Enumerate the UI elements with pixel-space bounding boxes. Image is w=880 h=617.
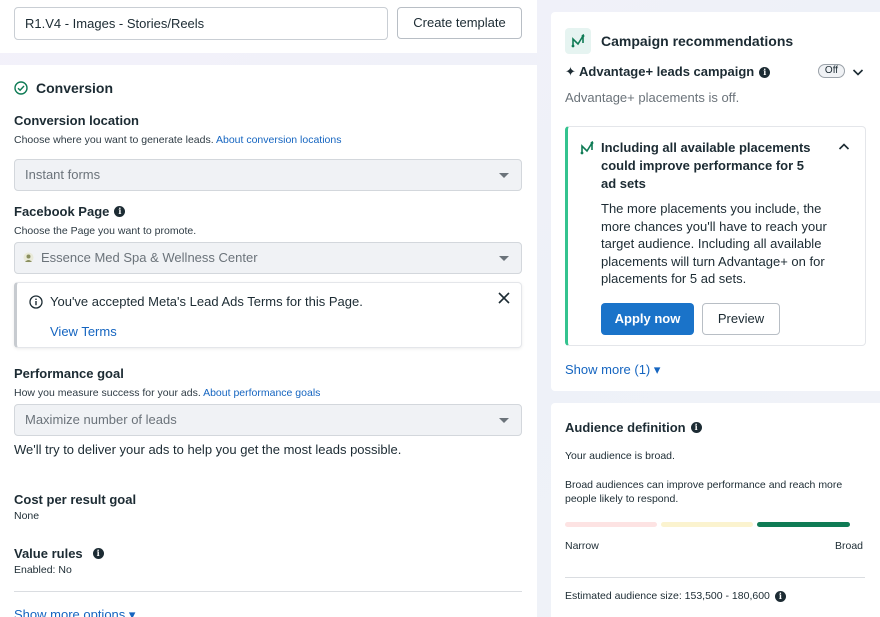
facebook-page-help: Choose the Page you want to promote. (14, 225, 197, 237)
ad-name-section: R1.V4 - Images - Stories/Reels Create te… (0, 0, 537, 53)
placements-recommendation: Including all available placements could… (565, 126, 866, 346)
performance-goal-help: How you measure success for your ads. Ab… (14, 387, 321, 399)
section-title: Conversion (36, 80, 114, 96)
advantage-label: ✦ Advantage+ leads campaign (565, 64, 755, 79)
cost-per-result-value: None (14, 510, 40, 522)
performance-goal-label: Performance goal (14, 366, 124, 381)
cost-per-result-label: Cost per result goal (14, 492, 137, 507)
performance-goal-select[interactable]: Maximize number of leads (14, 404, 522, 436)
ads-manager-editor: R1.V4 - Images - Stories/Reels Create te… (0, 0, 880, 617)
advantage-sub-text: Advantage+ placements is off. (565, 90, 740, 105)
audience-meter-mid-segment (661, 522, 753, 527)
conversion-location-select[interactable]: Instant forms (14, 159, 522, 191)
facebook-page-select[interactable]: Essence Med Spa & Wellness Center (14, 242, 522, 274)
recommendation-title: Including all available placements could… (601, 140, 811, 191)
info-icon[interactable]: i (114, 206, 126, 217)
audience-title: Audience definition i (565, 420, 702, 435)
audience-meter-broad-segment (757, 522, 850, 527)
create-template-button[interactable]: Create template (397, 7, 522, 39)
notice-text: You've accepted Meta's Lead Ads Terms fo… (50, 294, 363, 309)
advantage-leads-row: ✦ Advantage+ leads campaign i (565, 64, 771, 80)
preview-button[interactable]: Preview (702, 303, 780, 335)
performance-goal-description: We'll try to deliver your ads to help yo… (14, 442, 402, 457)
audience-meter-narrow-segment (565, 522, 657, 527)
info-icon[interactable]: i (690, 422, 702, 433)
about-performance-goals-link[interactable]: About performance goals (203, 387, 320, 399)
view-terms-link[interactable]: View Terms (50, 324, 117, 339)
recommendations-title: Campaign recommendations (601, 33, 794, 49)
conversion-location-help: Choose where you want to generate leads.… (14, 134, 342, 146)
caret-down-icon (499, 173, 509, 178)
show-more-link[interactable]: Show more (1) ▾ (565, 362, 660, 378)
caret-down-icon (499, 256, 509, 261)
chevron-up-icon[interactable] (838, 141, 850, 153)
audience-status: Your audience is broad. (565, 450, 675, 462)
value-rules-label: Value rules i (14, 546, 104, 561)
info-circle-icon (29, 295, 43, 309)
advantage-toggle[interactable]: Off (818, 64, 845, 78)
ad-name-input[interactable]: R1.V4 - Images - Stories/Reels (14, 7, 388, 40)
caret-down-icon (499, 418, 509, 423)
close-icon[interactable] (497, 291, 511, 305)
lead-ads-terms-notice: You've accepted Meta's Lead Ads Terms fo… (14, 282, 522, 348)
page-avatar-icon (23, 252, 34, 263)
conversion-header: Conversion (14, 80, 113, 96)
trend-icon (571, 34, 585, 48)
campaign-recommendations-card: Campaign recommendations ✦ Advantage+ le… (551, 12, 880, 391)
check-circle-icon (14, 81, 28, 95)
recommendation-body: The more placements you include, the mor… (601, 201, 827, 286)
audience-definition-card: Audience definition i Your audience is b… (551, 403, 880, 617)
apply-now-button[interactable]: Apply now (601, 303, 694, 335)
divider (565, 577, 865, 578)
conversion-location-label: Conversion location (14, 113, 139, 128)
estimated-audience-size: Estimated audience size: 153,500 - 180,6… (565, 590, 786, 602)
value-rules-value: Enabled: No (14, 564, 72, 576)
facebook-page-label: Facebook Page i (14, 204, 126, 219)
info-icon[interactable]: i (759, 66, 771, 78)
conversion-section: Conversion Conversion location Choose wh… (0, 65, 537, 617)
info-icon[interactable]: i (92, 548, 104, 559)
trend-icon (580, 141, 594, 155)
audience-description: Broad audiences can improve performance … (565, 479, 843, 505)
info-icon[interactable]: i (774, 590, 786, 602)
divider (14, 591, 522, 592)
narrow-label: Narrow (565, 540, 599, 552)
about-conversion-locations-link[interactable]: About conversion locations (216, 134, 342, 146)
recommendation-icon-box (565, 28, 591, 54)
broad-label: Broad (835, 540, 864, 552)
chevron-down-icon[interactable] (852, 66, 864, 78)
show-more-options-link[interactable]: Show more options ▾ (14, 607, 135, 617)
